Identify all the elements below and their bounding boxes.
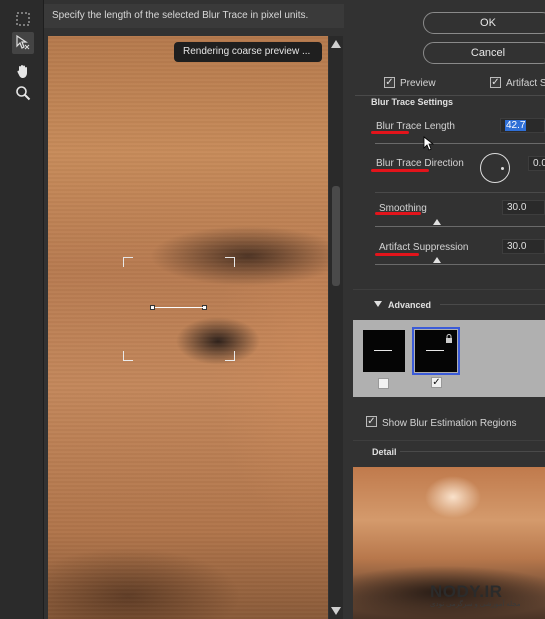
artifact-suppression-field[interactable]: 30.0 — [502, 239, 545, 254]
advanced-title: Advanced — [388, 300, 432, 310]
region-corner[interactable] — [123, 257, 133, 267]
annotation-underline — [375, 253, 419, 256]
divider — [353, 440, 545, 441]
divider — [353, 289, 545, 290]
blur-trace-direction-label: Blur Trace Direction — [376, 158, 464, 169]
trace-line — [155, 307, 203, 308]
blur-trace-length-field[interactable]: 42.7 — [500, 118, 545, 133]
artifact-suppression-slider-knob[interactable] — [433, 257, 441, 263]
rendering-status: Rendering coarse preview ... — [174, 42, 322, 62]
settings-panel: OK Cancel ✓ Preview ✓ Artifact S Blur Tr… — [345, 0, 545, 619]
preview-label: Preview — [400, 78, 436, 89]
annotation-underline — [371, 169, 429, 172]
annotation-underline — [371, 131, 409, 134]
blur-trace-tool-icon[interactable] — [12, 32, 34, 54]
ok-button[interactable]: OK — [423, 12, 545, 34]
watermark-subtext: مجله آموزشی و سرگرمی نودی — [430, 601, 521, 608]
kernel-checkbox-1[interactable] — [378, 378, 389, 389]
trace-endpoint-handle[interactable] — [150, 305, 155, 310]
canvas-scrollbar[interactable] — [329, 36, 343, 619]
artifact-label: Artifact S — [506, 78, 545, 89]
kernel-trace — [426, 350, 444, 351]
divider — [440, 304, 545, 305]
kernel-checkbox-2[interactable]: ✓ — [431, 377, 442, 388]
tool-hint: Specify the length of the selected Blur … — [44, 4, 344, 28]
tools-panel — [0, 0, 44, 619]
scroll-up-icon[interactable] — [331, 40, 341, 48]
smoothing-slider-knob[interactable] — [433, 219, 441, 225]
trace-endpoint-handle[interactable] — [202, 305, 207, 310]
scroll-down-icon[interactable] — [331, 607, 341, 615]
region-corner[interactable] — [123, 351, 133, 361]
divider — [400, 451, 545, 452]
divider — [375, 192, 545, 193]
direction-dial[interactable] — [480, 153, 510, 183]
artifact-checkbox[interactable]: ✓ — [490, 77, 501, 88]
detail-title: Detail — [372, 447, 397, 457]
region-corner[interactable] — [225, 257, 235, 267]
blur-trace-region[interactable] — [123, 257, 235, 361]
artifact-suppression-label: Artifact Suppression — [379, 242, 469, 253]
dial-indicator — [501, 167, 504, 170]
divider — [355, 95, 545, 96]
smoothing-slider[interactable] — [375, 226, 545, 227]
region-corner[interactable] — [225, 351, 235, 361]
annotation-underline — [375, 212, 421, 215]
kernel-trace — [374, 350, 392, 351]
cancel-button[interactable]: Cancel — [423, 42, 545, 64]
smoothing-field[interactable]: 30.0 — [502, 200, 545, 215]
collapse-triangle-icon[interactable] — [374, 301, 382, 307]
preview-checkbox[interactable]: ✓ — [384, 77, 395, 88]
show-regions-label: Show Blur Estimation Regions — [382, 418, 517, 429]
blur-trace-length-slider[interactable] — [375, 143, 545, 144]
marquee-icon[interactable] — [12, 8, 34, 30]
watermark-text: NODY.IR — [430, 582, 503, 601]
blur-trace-kernel[interactable] — [363, 330, 405, 372]
zoom-icon[interactable] — [12, 82, 34, 104]
blur-trace-settings-title: Blur Trace Settings — [371, 97, 454, 107]
mouse-cursor-icon — [423, 136, 435, 151]
scroll-thumb[interactable] — [332, 186, 340, 286]
artifact-suppression-slider[interactable] — [375, 264, 545, 265]
image-preview-canvas[interactable] — [48, 36, 328, 619]
hand-icon[interactable] — [12, 60, 34, 82]
lock-icon — [446, 334, 452, 343]
show-regions-checkbox[interactable]: ✓ — [366, 416, 377, 427]
blur-trace-direction-field[interactable]: 0.0 — [528, 156, 545, 171]
blur-trace-kernel-selected[interactable] — [412, 327, 460, 375]
watermark-logo: NODY.IR مجله آموزشی و سرگرمی نودی — [430, 582, 521, 608]
